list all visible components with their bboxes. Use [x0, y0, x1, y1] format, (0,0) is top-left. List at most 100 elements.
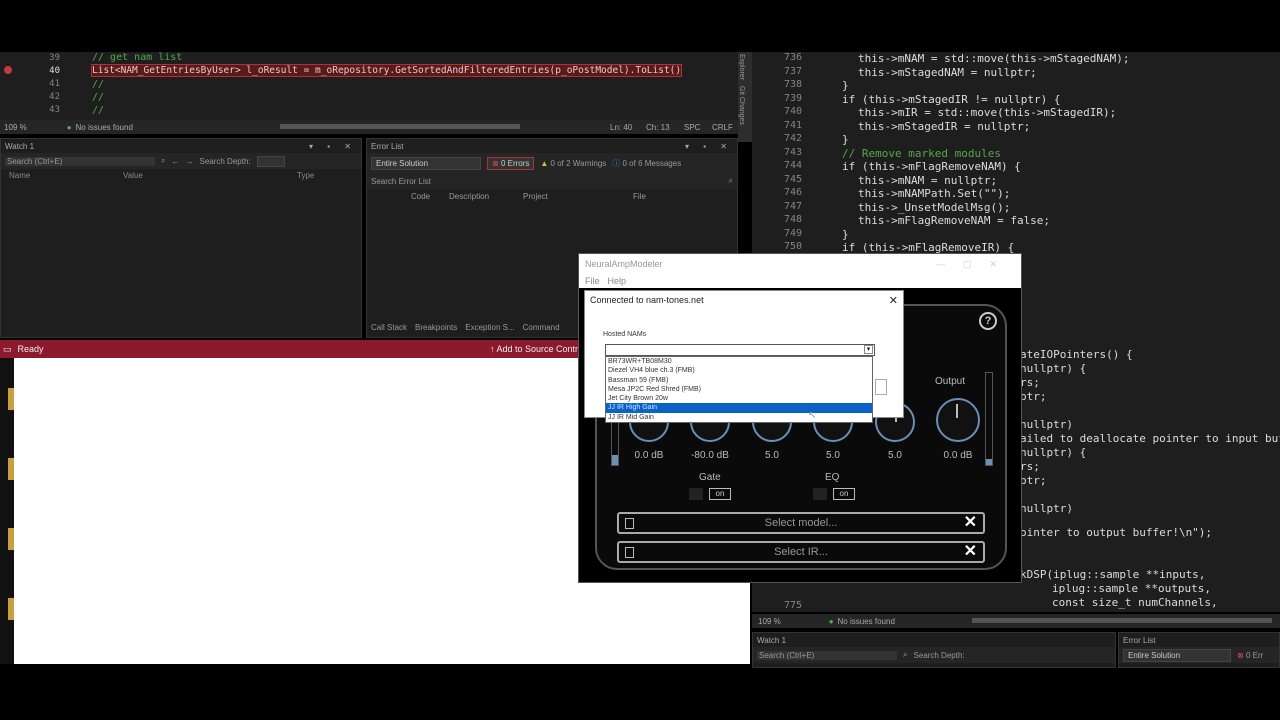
list-item[interactable]: BR73WR+TB08M30 — [606, 357, 872, 366]
side-tab-git-changes[interactable]: Git Changes — [738, 80, 745, 125]
code-fragment[interactable]: ptr; — [1020, 390, 1047, 403]
code-line[interactable]: // — [92, 92, 104, 103]
code-line[interactable]: } — [842, 79, 849, 92]
code-line[interactable]: this->mIR = std::move(this->mStagedIR); — [858, 106, 1116, 119]
add-source-control[interactable]: Add to Source Contr — [496, 344, 578, 354]
arrow-right-icon[interactable]: → — [185, 157, 193, 166]
code-line[interactable]: this->mNAM = nullptr; — [858, 174, 997, 187]
code-line[interactable]: this->mStagedIR = nullptr; — [858, 120, 1030, 133]
source-control-icon[interactable]: ↑ — [490, 344, 495, 354]
chevron-down-icon[interactable]: ▾ — [864, 345, 873, 354]
clear-model-icon[interactable]: ✕ — [964, 514, 977, 532]
clear-ir-icon[interactable]: ✕ — [964, 543, 977, 561]
search-depth-select[interactable] — [256, 155, 285, 167]
code-fragment[interactable]: rs; — [1020, 460, 1040, 473]
breakpoint-icon[interactable] — [4, 66, 12, 74]
code-fragment[interactable]: ointer to output buffer!\n"); — [1020, 526, 1212, 539]
watch-search-input[interactable]: Search (Ctrl+E) — [5, 156, 155, 166]
watch-search-input[interactable]: Search (Ctrl+E) — [757, 650, 897, 660]
col-header[interactable]: File — [633, 192, 646, 201]
menu-help[interactable]: Help — [608, 276, 627, 286]
code-line[interactable]: this->mFlagRemoveNAM = false; — [858, 214, 1050, 227]
dialog-button[interactable] — [875, 379, 887, 395]
code-line[interactable]: this->mNAM = std::move(this->mStagedNAM)… — [858, 52, 1130, 65]
search-icon[interactable]: ⌕ — [161, 156, 165, 166]
messages-filter[interactable]: ⓘ 0 of 6 Messages — [612, 158, 681, 169]
code-fragment[interactable]: iplug::sample **outputs, — [1052, 582, 1211, 595]
scope-select[interactable]: Entire Solution — [371, 156, 481, 170]
code-line[interactable]: // — [92, 79, 104, 90]
col-header[interactable]: Name — [9, 171, 123, 180]
code-fragment[interactable]: nullptr) { — [1020, 362, 1086, 375]
close-icon[interactable]: ✕ — [889, 294, 898, 307]
error-search-input[interactable]: Search Error List — [371, 177, 723, 186]
errors-filter[interactable]: ⊗ 0 Err — [1237, 651, 1263, 660]
code-line[interactable]: if (this->mFlagRemoveNAM) { — [842, 160, 1021, 173]
tab-exception-settings[interactable]: Exception S... — [465, 323, 514, 332]
list-item[interactable]: Mesa JP2C Red Shred (FMB) — [606, 385, 872, 394]
code-fragment[interactable]: nullptr) { — [1020, 446, 1086, 459]
arrow-left-icon[interactable]: ← — [171, 157, 179, 166]
eq-toggle[interactable]: on — [833, 488, 855, 500]
code-fragment[interactable]: ptr; — [1020, 474, 1047, 487]
code-line-highlighted[interactable]: List<NAM_GetEntriesByUser> l_oResult = m… — [90, 64, 683, 77]
warnings-filter[interactable]: ▲ 0 of 2 Warnings — [540, 159, 606, 168]
output-knob[interactable] — [936, 398, 980, 442]
code-fragment[interactable]: const size_t numChannels, — [1052, 596, 1218, 609]
panel-controls-icon[interactable]: ▾ ▪ ✕ — [685, 142, 733, 151]
tab-breakpoints[interactable]: Breakpoints — [415, 323, 457, 332]
list-item[interactable]: Jet City Brown 20w — [606, 394, 872, 403]
col-header[interactable]: Code — [411, 192, 449, 201]
folder-icon[interactable] — [8, 388, 14, 410]
code-line[interactable]: // — [92, 105, 104, 116]
scope-select[interactable]: Entire Solution — [1123, 648, 1231, 662]
errors-filter[interactable]: ⊗ 0 Errors — [487, 156, 535, 170]
search-icon[interactable]: ⌕ — [729, 176, 733, 186]
folder-icon[interactable] — [8, 598, 14, 620]
list-item[interactable]: Diezel VH4 blue ch.3 (FMB) — [606, 366, 872, 375]
code-fragment[interactable]: kDSP(iplug::sample **inputs, — [1020, 568, 1205, 581]
horizontal-scrollbar[interactable] — [972, 618, 1272, 623]
code-line[interactable]: // Remove marked modules — [842, 147, 1001, 160]
window-controls-icon[interactable]: —▢✕ — [936, 259, 1015, 270]
tab-call-stack[interactable]: Call Stack — [371, 323, 407, 332]
code-fragment[interactable]: ailed to deallocate pointer to input buf… — [1020, 432, 1280, 445]
code-line[interactable]: this->_UnsetModelMsg(); — [858, 201, 1010, 214]
left-code-editor[interactable]: 39 40 41 42 43 // get nam list List<NAM_… — [0, 52, 738, 120]
list-item[interactable]: JJ IR Mid Gain — [606, 413, 872, 422]
col-header[interactable]: Project — [523, 192, 633, 201]
panel-controls-icon[interactable]: ▾ ▪ ✕ — [309, 142, 357, 151]
zoom-level[interactable]: 109 % — [4, 123, 27, 132]
list-item-selected[interactable]: JJ IR High Gain — [606, 403, 872, 413]
code-line[interactable]: // get nam list — [92, 52, 182, 63]
list-item[interactable]: Bassman 59 (FMB) — [606, 376, 872, 385]
col-header[interactable]: Description — [449, 192, 523, 201]
select-ir-button[interactable]: Select IR... ✕ — [617, 541, 985, 563]
horizontal-scrollbar[interactable] — [280, 124, 520, 129]
code-line[interactable]: this->mStagedNAM = nullptr; — [858, 66, 1037, 79]
zoom-level[interactable]: 109 % — [758, 617, 781, 626]
code-line[interactable]: this->mNAMPath.Set(""); — [858, 187, 1010, 200]
nam-titlebar[interactable]: NeuralAmpModeler —▢✕ — [579, 254, 1021, 274]
col-header[interactable]: Type — [297, 171, 314, 180]
code-line[interactable]: } — [842, 133, 849, 146]
side-tab-explorer[interactable]: Explorer — [738, 52, 745, 80]
code-fragment[interactable]: nullptr) — [1020, 418, 1073, 431]
folder-icon[interactable] — [8, 528, 14, 550]
code-fragment[interactable]: nullptr) — [1020, 502, 1073, 515]
gate-toggle[interactable]: on — [709, 488, 731, 500]
hosted-nams-select[interactable]: ▾ — [605, 344, 875, 356]
code-fragment[interactable]: const size_t numFrames) { — [1052, 610, 1218, 612]
tab-command[interactable]: Command — [523, 323, 560, 332]
code-fragment[interactable]: ateIOPointers() { — [1020, 348, 1133, 361]
code-line[interactable]: if (this->mStagedIR != nullptr) { — [842, 93, 1061, 106]
code-fragment[interactable]: rs; — [1020, 376, 1040, 389]
col-header[interactable]: Value — [123, 171, 297, 180]
select-model-button[interactable]: Select model... ✕ — [617, 512, 985, 534]
hosted-nams-dropdown[interactable]: BR73WR+TB08M30 Diezel VH4 blue ch.3 (FMB… — [605, 356, 873, 424]
search-icon[interactable]: ⌕ — [903, 650, 907, 660]
code-line[interactable]: } — [842, 228, 849, 241]
help-icon[interactable]: ? — [979, 312, 997, 330]
folder-icon[interactable] — [8, 458, 14, 480]
menu-file[interactable]: File — [585, 276, 600, 286]
